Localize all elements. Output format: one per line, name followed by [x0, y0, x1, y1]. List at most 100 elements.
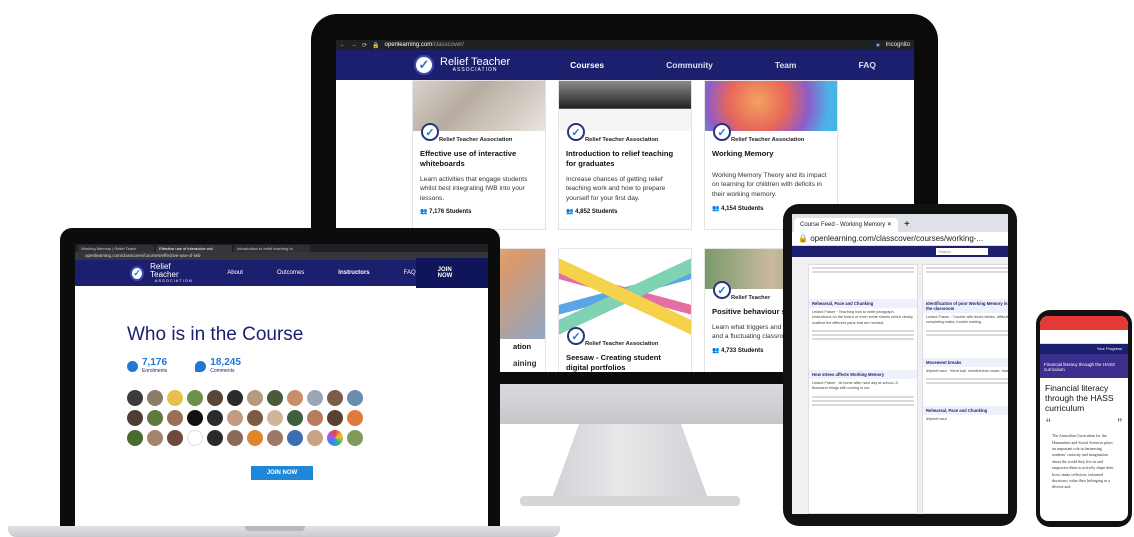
site-logo[interactable]: ✓ Relief Teacher ASSOCIATION [130, 262, 197, 284]
avatar[interactable] [187, 430, 203, 446]
nav-faq[interactable]: FAQ [858, 60, 875, 70]
learner-avatar-grid [127, 390, 488, 446]
avatar[interactable] [187, 410, 203, 426]
checkmark-badge-icon: ✓ [421, 123, 439, 141]
post-heading[interactable]: Movement breaks [923, 357, 1008, 367]
avatar[interactable] [167, 390, 183, 406]
phone-hero: Financial literacy through the HASS curr… [1040, 354, 1128, 378]
avatar[interactable] [127, 430, 143, 446]
enrolments-stat: 7,176 Enrolments [127, 358, 167, 374]
nav-courses[interactable]: Courses [570, 60, 604, 70]
post-text: dilpreet kaur · Went ball, mindfulness m… [926, 368, 1008, 373]
new-tab-icon[interactable]: + [898, 219, 916, 232]
avatar[interactable] [227, 390, 243, 406]
avatar[interactable] [127, 410, 143, 426]
avatar[interactable] [247, 430, 263, 446]
feed-column-left: Rehearsal, Pace and Chunking Leland Fras… [808, 264, 918, 514]
avatar[interactable] [227, 430, 243, 446]
post-heading[interactable]: How stress affects Working Memory [809, 369, 917, 379]
avatar[interactable] [287, 410, 303, 426]
search-input[interactable]: Search [936, 248, 988, 255]
nav-instructors[interactable]: Instructors [338, 270, 369, 276]
browser-tab[interactable]: Working Memory | Relief Teach [78, 245, 154, 252]
course-students: 👥 7,176 Students [420, 209, 472, 216]
avatar[interactable] [327, 390, 343, 406]
browser-tab[interactable]: Introduction to relief teaching fo [234, 245, 310, 252]
tablet-screen: Course Feed - Working Memory ✕ + 🔒 openl… [792, 214, 1008, 514]
nav-team[interactable]: Team [775, 60, 797, 70]
forward-icon[interactable]: → [351, 42, 357, 48]
browser-tab-active[interactable]: Effective use of interactive whi [156, 245, 232, 252]
phone-page-title: Financial literacy through the HASS curr… [1045, 383, 1114, 413]
address-bar[interactable]: openlearning.com/classcover/ [385, 42, 871, 48]
avatar[interactable] [267, 430, 283, 446]
tablet-site-bar: Search [792, 246, 1008, 257]
course-title[interactable]: Working Memory [705, 146, 837, 159]
avatar[interactable] [207, 410, 223, 426]
lock-icon: 🔒 [372, 42, 380, 49]
site-logo[interactable]: ✓ Relief Teacher ASSOCIATION [414, 55, 510, 75]
join-now-nav-button[interactable]: JOIN NOW [415, 258, 488, 288]
back-icon[interactable]: ← [340, 42, 346, 48]
tablet-address-bar[interactable]: 🔒 openlearning.com/classcover/courses/wo… [792, 232, 1008, 246]
avatar[interactable] [167, 430, 183, 446]
checkmark-badge-icon: ✓ [713, 123, 731, 141]
avatar[interactable] [167, 410, 183, 426]
course-title[interactable]: Seesaw - Creating student digital portfo… [559, 350, 691, 372]
avatar[interactable] [307, 410, 323, 426]
avatar[interactable] [207, 430, 223, 446]
course-card[interactable]: ✓ Relief Teacher Association Effective u… [412, 80, 546, 230]
course-card[interactable]: ✓ Relief Teacher Association Seesaw - Cr… [558, 248, 692, 372]
post-heading[interactable]: Identification of poor Working Memory in… [923, 299, 1008, 313]
main-nav: Courses Community Team FAQ [570, 60, 876, 70]
course-students: 👥 4,852 Students [566, 209, 618, 216]
post-heading[interactable]: Rehearsal, Pace and Chunking [923, 405, 1008, 415]
avatar[interactable] [347, 390, 363, 406]
nav-outcomes[interactable]: Outcomes [277, 270, 304, 276]
avatar[interactable] [207, 390, 223, 406]
browser-tabs: Working Memory | Relief Teach Effective … [75, 244, 488, 252]
course-card[interactable]: ✓ Relief Teacher Association Introductio… [558, 80, 692, 230]
avatar[interactable] [147, 410, 163, 426]
avatar[interactable] [287, 390, 303, 406]
checkmark-badge-icon: ✓ [713, 281, 731, 299]
device-mockup-stage: ← → ⟳ 🔒 openlearning.com/classcover/ ★ I… [0, 0, 1134, 537]
nav-faq[interactable]: FAQ [404, 270, 416, 276]
avatar[interactable] [147, 390, 163, 406]
star-icon[interactable]: ★ [875, 42, 880, 49]
avatar[interactable] [327, 430, 343, 446]
avatar[interactable] [287, 430, 303, 446]
join-now-button[interactable]: JOIN NOW [251, 466, 313, 480]
avatar[interactable] [227, 410, 243, 426]
avatar[interactable] [307, 430, 323, 446]
progress-label[interactable]: Your Progress [1040, 344, 1128, 354]
course-title[interactable]: Introduction to relief teaching for grad… [559, 146, 691, 169]
course-desc: Increase chances of getting relief teach… [566, 175, 666, 202]
avatar[interactable] [247, 410, 263, 426]
avatar[interactable] [187, 390, 203, 406]
page-heading: Who is in the Course [127, 324, 304, 345]
avatar[interactable] [307, 390, 323, 406]
avatar[interactable] [327, 410, 343, 426]
speech-bubble-icon [195, 360, 207, 372]
nav-community[interactable]: Community [666, 60, 713, 70]
avatar[interactable] [247, 390, 263, 406]
checkmark-logo-icon: ✓ [130, 265, 145, 281]
nav-about[interactable]: About [227, 270, 243, 276]
tablet-browser-tab[interactable]: Course Feed - Working Memory ✕ [794, 218, 898, 232]
avatar[interactable] [267, 410, 283, 426]
reload-icon[interactable]: ⟳ [362, 42, 367, 49]
post-heading[interactable]: Rehearsal, Pace and Chunking [809, 299, 917, 308]
course-title[interactable]: Effective use of interactive whiteboards [413, 146, 545, 169]
imac-stand [551, 424, 709, 499]
avatar[interactable] [147, 430, 163, 446]
post-text: Leland Fraser · At home after hard day a… [812, 380, 898, 391]
comments-stat: 18,245 Comments [195, 358, 241, 374]
avatar[interactable] [347, 410, 363, 426]
person-icon [127, 360, 138, 372]
avatar[interactable] [127, 390, 143, 406]
avatar[interactable] [267, 390, 283, 406]
close-icon[interactable]: ✕ [887, 222, 892, 228]
logo-line2: ASSOCIATION [452, 67, 498, 74]
avatar[interactable] [347, 430, 363, 446]
